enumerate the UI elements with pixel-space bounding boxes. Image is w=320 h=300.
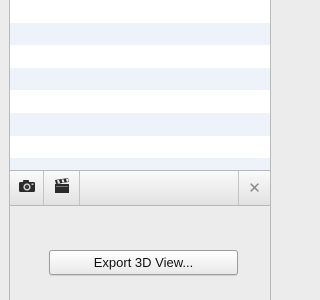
export-panel: ✕ Export 3D View... <box>0 0 271 300</box>
remove-button[interactable]: ✕ <box>238 171 270 205</box>
export-area: Export 3D View... <box>9 206 271 300</box>
list-row[interactable] <box>10 67 270 91</box>
list-row[interactable] <box>10 136 270 159</box>
list-row[interactable] <box>10 158 270 170</box>
list-row[interactable] <box>10 0 270 23</box>
list-row[interactable] <box>10 22 270 46</box>
camera-icon <box>18 179 36 198</box>
export-3d-view-button[interactable]: Export 3D View... <box>49 250 238 275</box>
list-row[interactable] <box>10 45 270 68</box>
list-toolbar: ✕ <box>9 170 271 206</box>
close-icon: ✕ <box>248 179 261 197</box>
snapshot-button[interactable] <box>10 171 44 205</box>
record-movie-button[interactable] <box>44 171 80 205</box>
view-list[interactable] <box>9 0 271 170</box>
clapperboard-icon <box>54 177 70 199</box>
list-row[interactable] <box>10 90 270 113</box>
list-row[interactable] <box>10 112 270 136</box>
